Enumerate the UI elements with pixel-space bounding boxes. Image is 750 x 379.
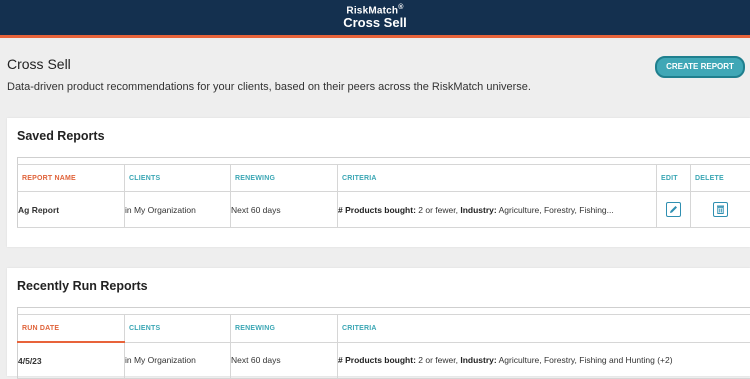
- column-header-edit: EDIT: [657, 165, 691, 192]
- recent-reports-table: RUN DATE CLIENTS RENEWING CRITERIA 4/5/2…: [17, 307, 750, 379]
- saved-reports-card: Saved Reports REPORT NAME CLIENTS RENEWI…: [7, 118, 750, 247]
- criteria-products-label: # Products bought:: [338, 355, 416, 365]
- delete-cell: [691, 192, 750, 228]
- table-row: Ag Report in My Organization Next 60 day…: [18, 192, 750, 228]
- edit-cell: [657, 192, 691, 228]
- app-title: Cross Sell: [0, 15, 750, 30]
- recent-reports-title: Recently Run Reports: [17, 279, 148, 293]
- report-name-link[interactable]: Ag Report: [18, 192, 125, 228]
- renewing-cell: Next 60 days: [231, 192, 338, 228]
- criteria-industry-label: Industry:: [460, 355, 496, 365]
- criteria-products-value: 2 or fewer,: [418, 205, 458, 215]
- trash-icon: [715, 204, 726, 215]
- column-header-renewing[interactable]: RENEWING: [231, 315, 338, 343]
- clients-cell: in My Organization: [125, 342, 231, 379]
- page-title: Cross Sell: [7, 56, 71, 72]
- clients-cell: in My Organization: [125, 192, 231, 228]
- column-header-run-date[interactable]: RUN DATE: [18, 315, 125, 343]
- page-subtitle: Data-driven product recommendations for …: [7, 81, 531, 93]
- column-header-clients[interactable]: CLIENTS: [125, 315, 231, 343]
- criteria-products-label: # Products bought:: [338, 205, 416, 215]
- criteria-industry-value: Agriculture, Forestry, Fishing and Hunti…: [499, 355, 673, 365]
- criteria-products-value: 2 or fewer,: [418, 355, 458, 365]
- column-header-criteria[interactable]: CRITERIA: [338, 315, 750, 343]
- table-row: 4/5/23 in My Organization Next 60 days #…: [18, 342, 750, 379]
- criteria-cell: # Products bought: 2 or fewer, Industry:…: [338, 342, 750, 379]
- criteria-industry-value: Agriculture, Forestry, Fishing...: [499, 205, 614, 215]
- column-header-report-name[interactable]: REPORT NAME: [18, 165, 125, 192]
- criteria-industry-label: Industry:: [460, 205, 496, 215]
- app-header: RiskMatch® Cross Sell: [0, 0, 750, 38]
- create-report-button[interactable]: CREATE REPORT: [655, 56, 745, 78]
- edit-button[interactable]: [666, 202, 681, 217]
- run-date-link[interactable]: 4/5/23: [18, 342, 125, 379]
- recent-reports-card: Recently Run Reports RUN DATE CLIENTS RE…: [7, 268, 750, 376]
- pencil-icon: [668, 204, 679, 215]
- saved-reports-title: Saved Reports: [17, 129, 105, 143]
- column-header-criteria[interactable]: CRITERIA: [338, 165, 657, 192]
- column-header-delete: DELETE: [691, 165, 750, 192]
- column-header-renewing[interactable]: RENEWING: [231, 165, 338, 192]
- column-header-clients[interactable]: CLIENTS: [125, 165, 231, 192]
- saved-reports-table: REPORT NAME CLIENTS RENEWING CRITERIA ED…: [17, 157, 750, 228]
- table-header-row: RUN DATE CLIENTS RENEWING CRITERIA: [18, 315, 750, 343]
- renewing-cell: Next 60 days: [231, 342, 338, 379]
- table-header-row: REPORT NAME CLIENTS RENEWING CRITERIA ED…: [18, 165, 750, 192]
- criteria-cell: # Products bought: 2 or fewer, Industry:…: [338, 192, 657, 228]
- delete-button[interactable]: [713, 202, 728, 217]
